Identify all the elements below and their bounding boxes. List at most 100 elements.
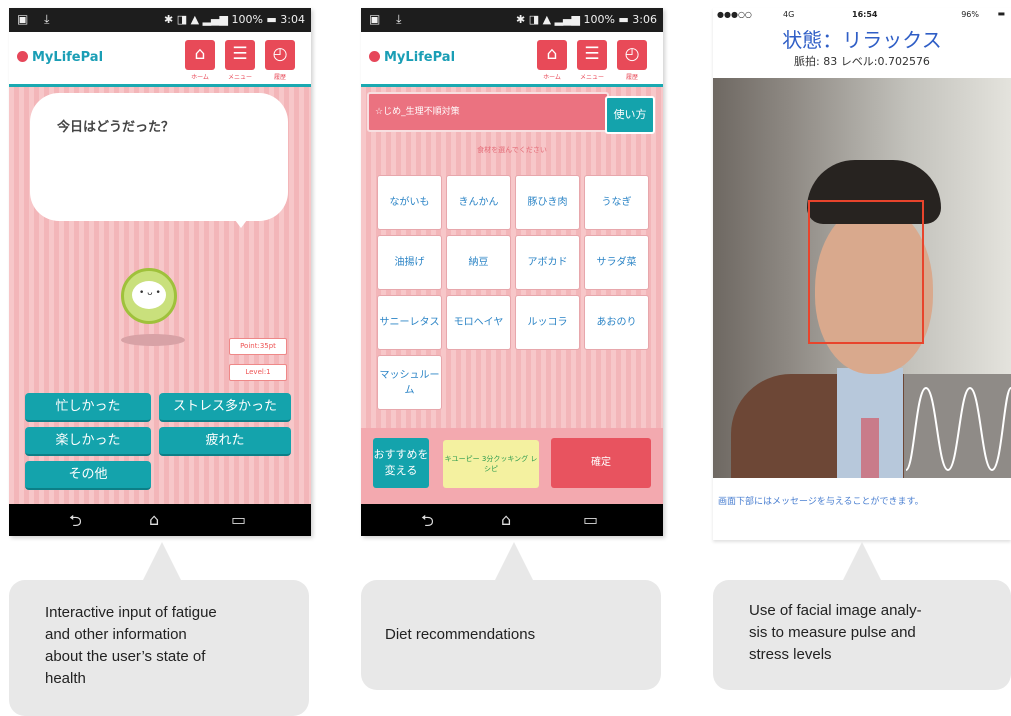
callout-diet: Diet recommendations [361, 580, 661, 690]
waveform-icon [905, 386, 1011, 472]
status-time: 3:06 [632, 13, 657, 26]
callout-line: Interactive input of fatigue [45, 604, 217, 621]
history-label: 履歴 [625, 74, 638, 81]
history-label: 履歴 [273, 74, 286, 81]
battery-icon: ▬ [997, 9, 1005, 18]
home-button[interactable]: ⌂ [537, 40, 567, 70]
callout-face-analysis: Use of facial image analy- sis to measur… [713, 580, 1011, 690]
busy-button[interactable]: 忙しかった [25, 393, 151, 422]
home-button[interactable]: ⌂ [185, 40, 215, 70]
back-icon[interactable]: ⮌ [421, 510, 434, 536]
food-button[interactable]: あおのり [584, 295, 649, 350]
food-button[interactable]: モロヘイヤ [446, 295, 511, 350]
carrier: 4G [783, 10, 795, 19]
change-recommendation-button[interactable]: おすすめを変える [373, 438, 429, 488]
callout-tail [494, 542, 534, 582]
callout-health-input: Interactive input of fatigue and other i… [9, 580, 309, 716]
callout-line: and other information [45, 626, 187, 643]
callout-line: health [45, 670, 86, 687]
signal-icon: ●●●○○ [717, 10, 752, 19]
app-name: MyLifePal [384, 50, 456, 65]
callout-tail [142, 542, 182, 582]
menu-label: メニュー [579, 74, 604, 81]
history-icon: ◴ [272, 44, 288, 64]
topic-bar: ☆じめ_生理不順対策 [367, 92, 609, 132]
battery-level: 100% [231, 13, 263, 26]
callout-text: Use of facial image analy- sis to measur… [749, 600, 922, 666]
menu-button[interactable]: ☰ [577, 40, 607, 70]
person-tie [861, 418, 879, 478]
recents-icon[interactable]: ▭ [583, 510, 598, 529]
android-nav-bar: ⮌ ⌂ ▭ [9, 504, 311, 536]
pulse-readout: 脈拍: 83 レベル:0.702576 [794, 55, 930, 68]
callout-text: Diet recommendations [385, 626, 536, 643]
bubble-tail [229, 212, 253, 228]
history-button[interactable]: ◴ [265, 40, 295, 70]
food-button[interactable]: 豚ひき肉 [515, 175, 580, 230]
history-button[interactable]: ◴ [617, 40, 647, 70]
home-nav-icon[interactable]: ⌂ [501, 510, 511, 529]
status-right: ✱ ◨ ▲ ▂▄▆ 100% ▬ 3:04 [164, 13, 305, 26]
app-header: MyLifePal ⌂ ホーム ☰ メニュー ◴ 履歴 [9, 32, 311, 87]
pulse-waveform [904, 374, 1011, 478]
points-badge: Point:35pt [229, 338, 287, 355]
menu-label: メニュー [227, 74, 252, 81]
callout-line: stress levels [749, 646, 832, 663]
stressed-button[interactable]: ストレス多かった [159, 393, 291, 422]
app-logo: MyLifePal [17, 50, 103, 65]
food-button[interactable]: きんかん [446, 175, 511, 230]
bottom-message: 画面下部にはメッセージを与えることができます。 [718, 497, 924, 507]
battery-level: 100% [583, 13, 615, 26]
food-button[interactable]: アボカド [515, 235, 580, 290]
callout-line: sis to measure pulse and [749, 624, 916, 641]
state-title: 状態：リラックス [782, 28, 942, 52]
kewpie-label: キユーピー 3分クッキング レシピ [444, 455, 538, 473]
home-icon: ⌂ [194, 44, 206, 64]
food-button[interactable]: 納豆 [446, 235, 511, 290]
level-badge: Level:1 [229, 364, 287, 381]
status-time: 16:54 [852, 10, 878, 19]
recents-icon[interactable]: ▭ [231, 510, 246, 529]
food-button[interactable]: ながいも [377, 175, 442, 230]
logo-icon [369, 51, 380, 62]
status-time: 3:04 [280, 13, 305, 26]
phone-screen-diet: ▣ ⤓ ✱ ◨ ▲ ▂▄▆ 100% ▬ 3:06 MyLifePal ⌂ ホー… [361, 8, 663, 536]
food-button[interactable]: サニーレタス [377, 295, 442, 350]
food-button[interactable]: ルッコラ [515, 295, 580, 350]
fun-button[interactable]: 楽しかった [25, 427, 151, 456]
back-icon[interactable]: ⮌ [69, 510, 82, 536]
mascot-character[interactable]: • ᴗ • [121, 268, 177, 324]
home-nav-icon[interactable]: ⌂ [149, 510, 159, 529]
callout-line: Use of facial image analy- [749, 602, 922, 619]
selection-hint: 食材を選んでください [477, 146, 547, 154]
mascot-shadow [121, 334, 185, 346]
menu-button[interactable]: ☰ [225, 40, 255, 70]
android-status-bar: ▣ ⤓ ✱ ◨ ▲ ▂▄▆ 100% ▬ 3:06 [361, 8, 663, 32]
app-name: MyLifePal [32, 50, 104, 65]
camera-view [713, 78, 1011, 478]
notification-icons: ▣ ⤓ [17, 12, 56, 26]
confirm-button[interactable]: 確定 [551, 438, 651, 488]
status-right: ✱ ◨ ▲ ▂▄▆ 100% ▬ 3:06 [516, 13, 657, 26]
callout-line: about the user’s state of [45, 648, 206, 665]
history-icon: ◴ [624, 44, 640, 64]
app-logo: MyLifePal [369, 50, 455, 65]
food-button[interactable]: 油揚げ [377, 235, 442, 290]
other-button[interactable]: その他 [25, 461, 151, 490]
logo-icon [17, 51, 28, 62]
ios-screen-face-analysis: ●●●○○ 4G 16:54 96% ▬ 状態：リラックス 脈拍: 83 レベル… [713, 8, 1011, 540]
prompt-text: 今日はどうだった？ [57, 120, 175, 135]
food-button[interactable]: サラダ菜 [584, 235, 649, 290]
face-detection-box [808, 200, 924, 344]
tired-button[interactable]: 疲れた [159, 427, 291, 456]
food-button[interactable]: マッシュルーム [377, 355, 442, 410]
app-header: MyLifePal ⌂ ホーム ☰ メニュー ◴ 履歴 [361, 32, 663, 87]
food-button[interactable]: うなぎ [584, 175, 649, 230]
ios-status-bar: ●●●○○ 4G 16:54 96% ▬ [713, 8, 1011, 24]
kewpie-recipe-banner[interactable]: キユーピー 3分クッキング レシピ [443, 440, 539, 488]
home-label: ホーム [191, 74, 209, 81]
menu-icon: ☰ [232, 44, 248, 64]
speech-bubble: 今日はどうだった？ [35, 98, 283, 216]
battery-level: 96% [961, 10, 979, 19]
how-to-button[interactable]: 使い方 [605, 96, 655, 134]
